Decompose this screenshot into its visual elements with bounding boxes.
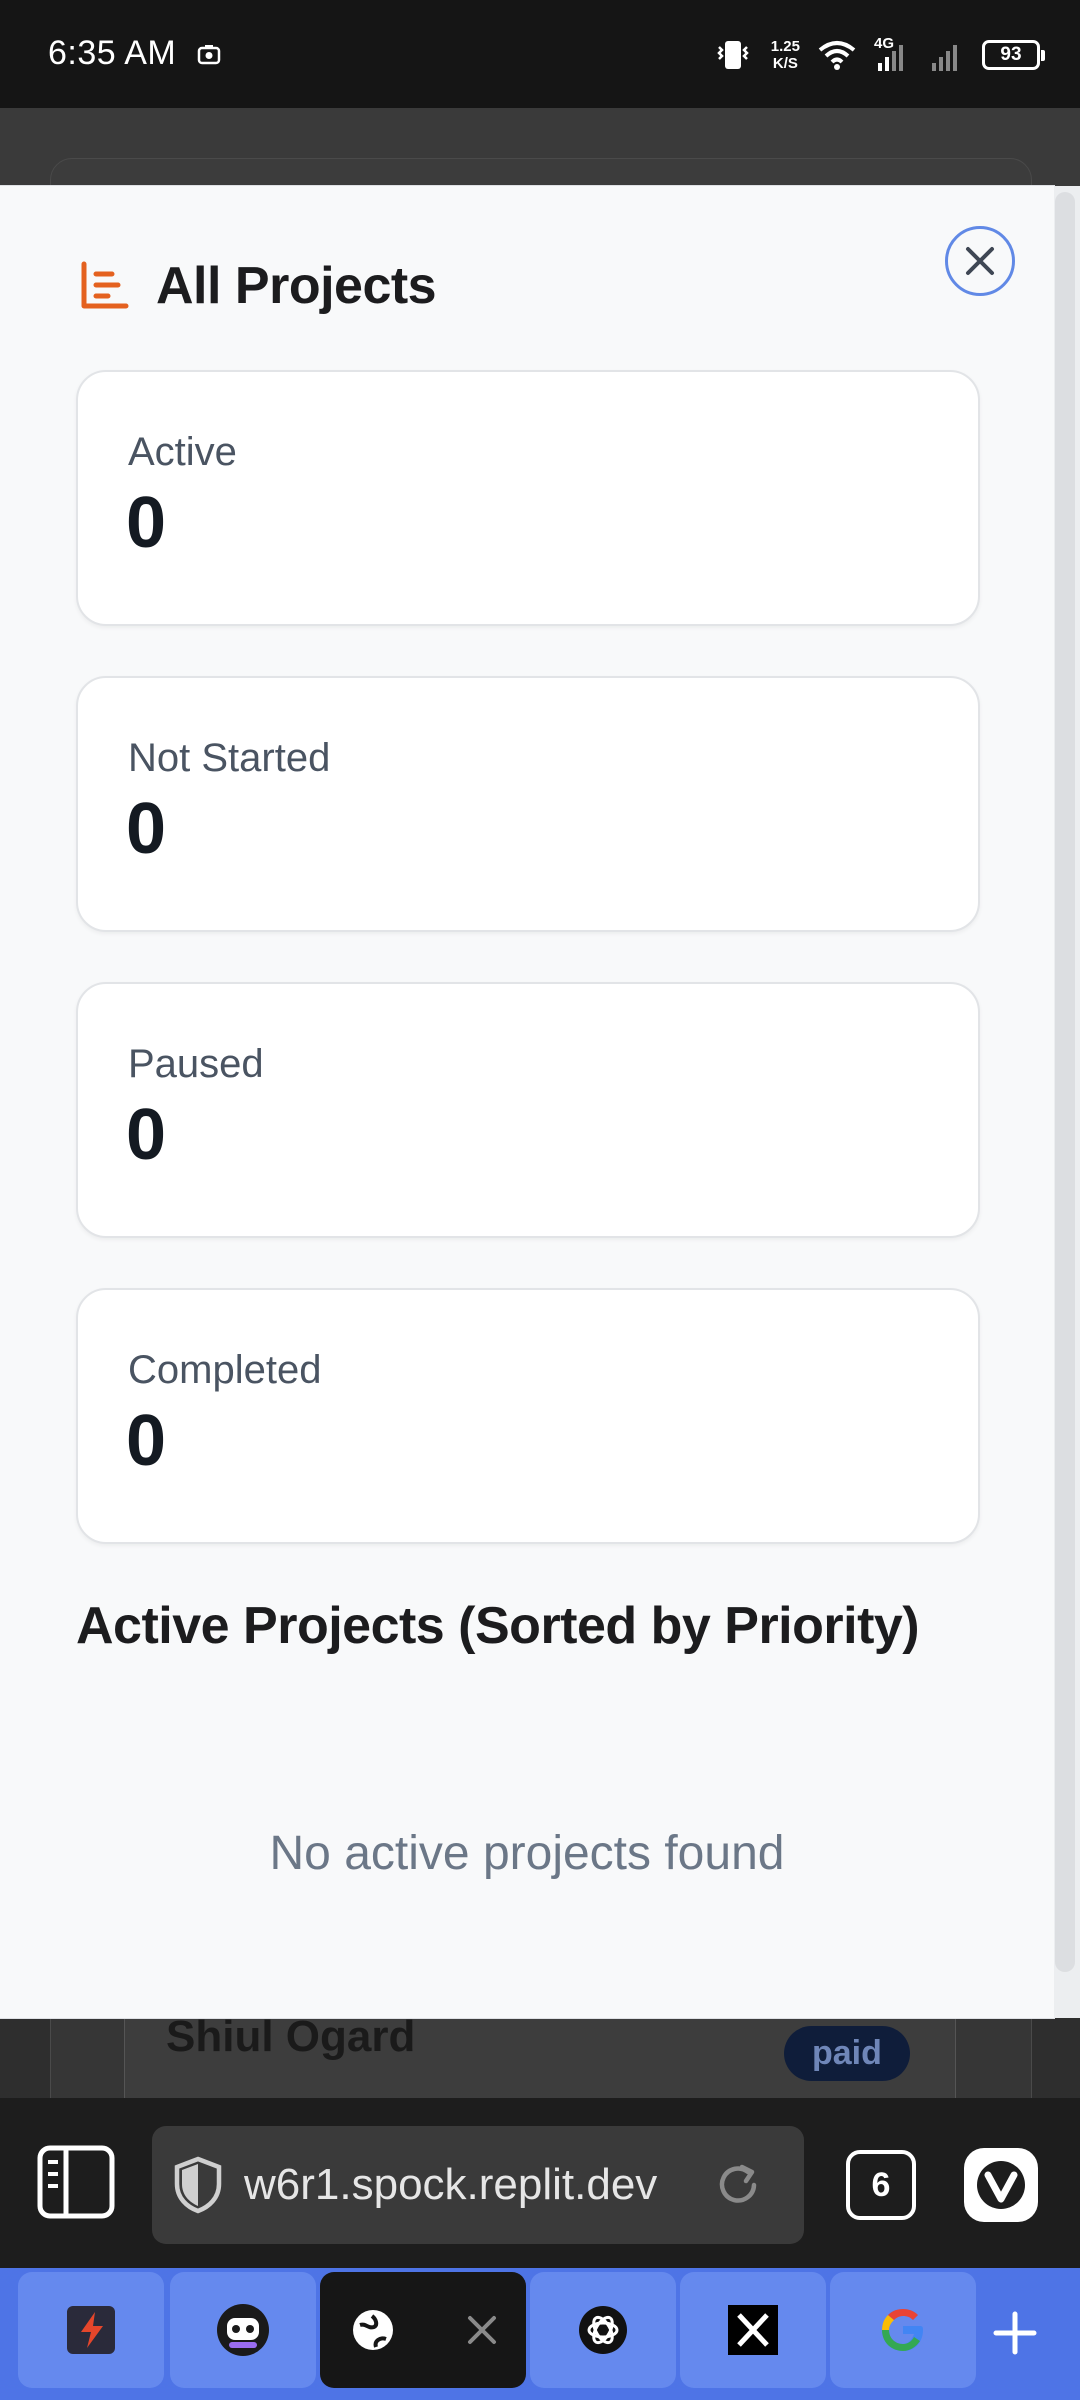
all-projects-modal: All Projects Active 0 Not Started 0 Paus… bbox=[0, 186, 1054, 2018]
stat-label: Not Started bbox=[128, 736, 331, 780]
active-projects-heading: Active Projects (Sorted by Priority) bbox=[76, 1597, 920, 1655]
stat-card-completed: Completed 0 bbox=[76, 1288, 980, 1544]
stat-label: Paused bbox=[128, 1042, 264, 1086]
signal-4g: 4G bbox=[874, 35, 910, 73]
wifi-icon bbox=[818, 41, 856, 70]
browser-toolbar: w6r1.spock.replit.dev 6 bbox=[0, 2098, 1080, 2268]
vivaldi-icon bbox=[977, 2161, 1025, 2209]
modal-title: All Projects bbox=[156, 257, 437, 315]
background-paid-badge: paid bbox=[784, 2026, 910, 2081]
plus-icon bbox=[993, 2311, 1037, 2355]
google-icon bbox=[882, 2309, 923, 2351]
stat-value: 0 bbox=[126, 1095, 167, 1175]
status-bar: 6:35 AM 1.25 K/S 4G 93 bbox=[0, 0, 1080, 108]
signal-icon-2 bbox=[932, 45, 957, 71]
bolt-app-icon bbox=[67, 2306, 115, 2354]
net-speed-unit: K/S bbox=[772, 55, 798, 72]
close-button[interactable] bbox=[945, 226, 1015, 296]
stat-value: 0 bbox=[126, 1401, 167, 1481]
tab-count-button[interactable]: 6 bbox=[846, 2150, 916, 2220]
tab-1[interactable] bbox=[18, 2272, 164, 2388]
modal-header: All Projects bbox=[78, 256, 437, 316]
robot-app-icon bbox=[217, 2304, 269, 2356]
stat-value: 0 bbox=[126, 789, 167, 869]
openai-icon bbox=[579, 2306, 627, 2354]
reload-icon[interactable] bbox=[712, 2159, 764, 2211]
modal-scrollbar-thumb[interactable] bbox=[1055, 192, 1075, 1972]
shield-icon[interactable] bbox=[172, 2156, 224, 2214]
panel-icon[interactable] bbox=[36, 2144, 116, 2220]
stat-label: Active bbox=[128, 430, 237, 474]
vibrate-icon bbox=[717, 41, 749, 69]
net-speed: 1.25 K/S bbox=[771, 38, 800, 72]
new-tab-button[interactable] bbox=[970, 2288, 1060, 2378]
background-client-name: Shiul Ogard bbox=[166, 2018, 416, 2061]
screenshot-icon bbox=[197, 45, 221, 65]
stat-label: Completed bbox=[128, 1348, 322, 1392]
tab-6[interactable] bbox=[830, 2272, 976, 2388]
stat-card-active: Active 0 bbox=[76, 370, 980, 626]
stat-card-paused: Paused 0 bbox=[76, 982, 980, 1238]
url-text[interactable]: w6r1.spock.replit.dev bbox=[244, 2160, 700, 2210]
stat-value: 0 bbox=[126, 483, 167, 563]
tab-strip bbox=[0, 2268, 1080, 2400]
address-bar[interactable]: w6r1.spock.replit.dev bbox=[152, 2126, 804, 2244]
net-speed-value: 1.25 bbox=[770, 38, 800, 55]
page-backdrop-bottom: Shiul Ogard paid bbox=[0, 2018, 1080, 2098]
stat-card-not-started: Not Started 0 bbox=[76, 676, 980, 932]
tab-3-active[interactable] bbox=[320, 2272, 526, 2388]
globe-icon bbox=[353, 2310, 393, 2350]
tab-count: 6 bbox=[871, 2165, 891, 2204]
battery-level: 93 bbox=[1000, 44, 1022, 65]
signal-icon bbox=[878, 45, 903, 71]
x-logo-icon bbox=[728, 2305, 778, 2355]
tab-close-icon[interactable] bbox=[464, 2312, 500, 2348]
status-time: 6:35 AM bbox=[48, 34, 177, 72]
close-icon bbox=[966, 247, 994, 275]
tab-5[interactable] bbox=[680, 2272, 826, 2388]
status-icons: 1.25 K/S 4G 93 bbox=[713, 30, 1045, 80]
empty-state-message: No active projects found bbox=[269, 1827, 785, 1880]
vivaldi-menu-button[interactable] bbox=[964, 2148, 1038, 2222]
tab-2[interactable] bbox=[170, 2272, 316, 2388]
chart-list-icon bbox=[81, 261, 129, 309]
battery-icon: 93 bbox=[982, 40, 1045, 70]
tab-4[interactable] bbox=[530, 2272, 676, 2388]
